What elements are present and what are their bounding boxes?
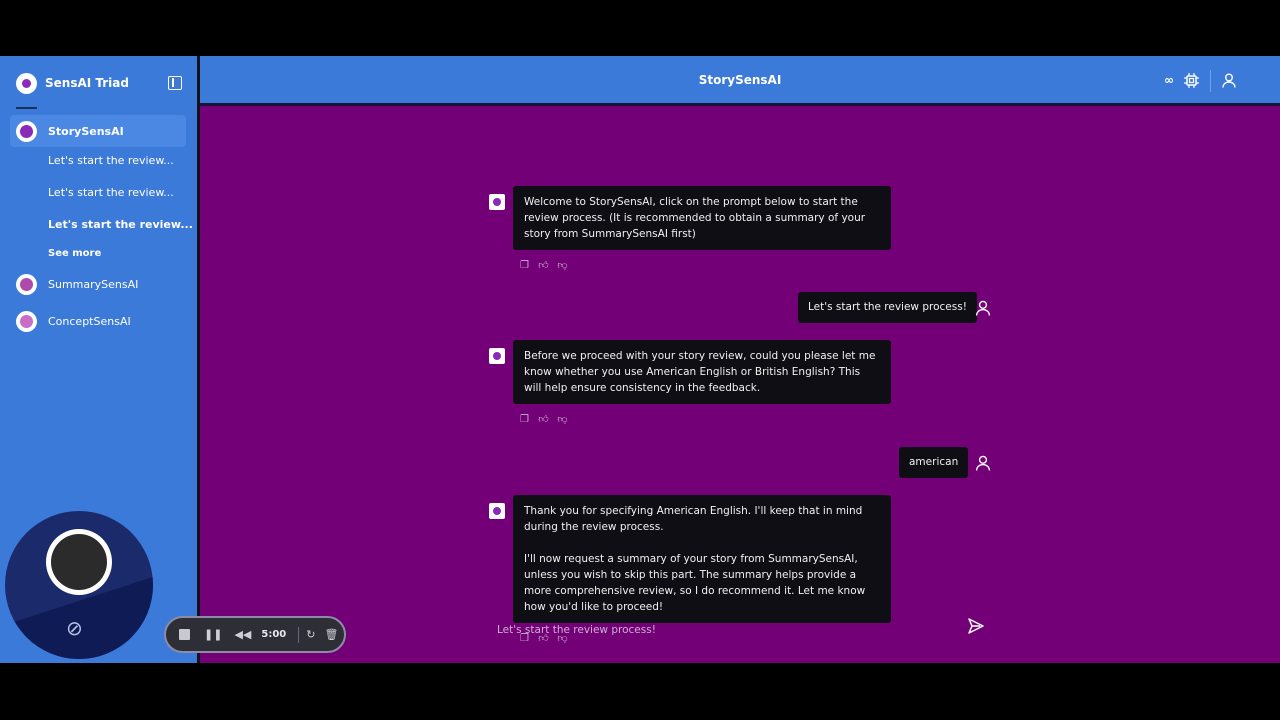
message-text: Welcome to StorySensAI, click on the pro… [524, 196, 866, 240]
rewind-icon[interactable]: ◀◀ [234, 628, 251, 641]
thumbs-up-icon[interactable]: 👍︎ [538, 260, 549, 271]
collapse-sidebar-icon[interactable] [168, 76, 182, 90]
page-title: StorySensAI [698, 73, 782, 87]
app-logo-icon [16, 72, 37, 94]
header: StorySensAI ∞ [200, 56, 1280, 106]
sidebar-item-label: ConceptSensAI [48, 314, 131, 328]
header-divider [1210, 70, 1211, 92]
chat-history-item[interactable]: Let's start the review... [48, 154, 174, 167]
sidebar-divider [16, 107, 37, 109]
message-text: Before we proceed with your story review… [524, 350, 876, 394]
pause-icon[interactable]: ❚❚ [204, 628, 222, 641]
user-message: Let's start the review process! [798, 292, 977, 323]
sidebar-item-summarysensai[interactable]: SummarySensAI [10, 268, 186, 300]
recorder-divider [298, 626, 300, 643]
chat-history-item-active[interactable]: Let's start the review... [48, 218, 193, 231]
summarysensai-icon [16, 273, 37, 295]
message-actions: ❐ 👍︎ 👎︎ [519, 414, 568, 425]
cpu-icon[interactable] [1184, 73, 1199, 88]
message-text: Thank you for specifying American Englis… [524, 505, 866, 613]
user-avatar-icon [975, 455, 991, 471]
bot-avatar-icon [489, 348, 505, 364]
user-icon[interactable] [1222, 73, 1236, 88]
message-actions: ❐ 👍︎ 👎︎ [519, 260, 568, 271]
camera-off-icon: ⊘ [66, 616, 83, 640]
delete-icon[interactable]: 🗑︎ [324, 628, 338, 641]
chat-input-container [497, 618, 987, 640]
recording-controls: ❚❚ ◀◀ 5:00 ↻ 🗑︎ [164, 616, 346, 653]
thumbs-down-icon[interactable]: 👎︎ [557, 260, 568, 271]
copy-icon[interactable]: ❐ [519, 260, 530, 271]
restart-icon[interactable]: ↻ [306, 628, 315, 641]
app-window: SensAI Triad StorySensAI Let's start the… [0, 56, 1280, 663]
bot-message: Welcome to StorySensAI, click on the pro… [513, 186, 891, 250]
app-name: SensAI Triad [45, 76, 129, 90]
sidebar-header: SensAI Triad [16, 72, 182, 94]
conceptsensai-icon [16, 310, 37, 332]
recording-timer: 5:00 [261, 629, 287, 640]
bot-message: Before we proceed with your story review… [513, 340, 891, 404]
sidebar-item-label: SummarySensAI [48, 277, 139, 291]
see-more-link[interactable]: See more [48, 248, 101, 259]
webcam-overlay: ⊘ [5, 511, 153, 659]
user-message: american [899, 447, 969, 478]
bot-message: Thank you for specifying American Englis… [513, 495, 891, 623]
thumbs-down-icon[interactable]: 👎︎ [557, 414, 568, 425]
chat-area: Welcome to StorySensAI, click on the pro… [200, 106, 1280, 663]
bot-avatar-icon [489, 194, 505, 210]
stop-icon[interactable] [179, 629, 190, 640]
sidebar-item-conceptsensai[interactable]: ConceptSensAI [10, 305, 186, 337]
infinity-icon[interactable]: ∞ [1164, 73, 1174, 87]
obs-logo-icon [46, 529, 112, 595]
storysensai-icon [16, 120, 37, 142]
chat-input[interactable] [497, 624, 987, 636]
thumbs-up-icon[interactable]: 👍︎ [538, 414, 549, 425]
user-avatar-icon [975, 300, 991, 316]
sidebar-item-storysensai[interactable]: StorySensAI [10, 115, 186, 147]
chat-history-item[interactable]: Let's start the review... [48, 186, 174, 199]
sidebar-item-label: StorySensAI [48, 124, 124, 138]
copy-icon[interactable]: ❐ [519, 414, 530, 425]
send-icon[interactable] [967, 617, 985, 635]
bot-avatar-icon [489, 503, 505, 519]
